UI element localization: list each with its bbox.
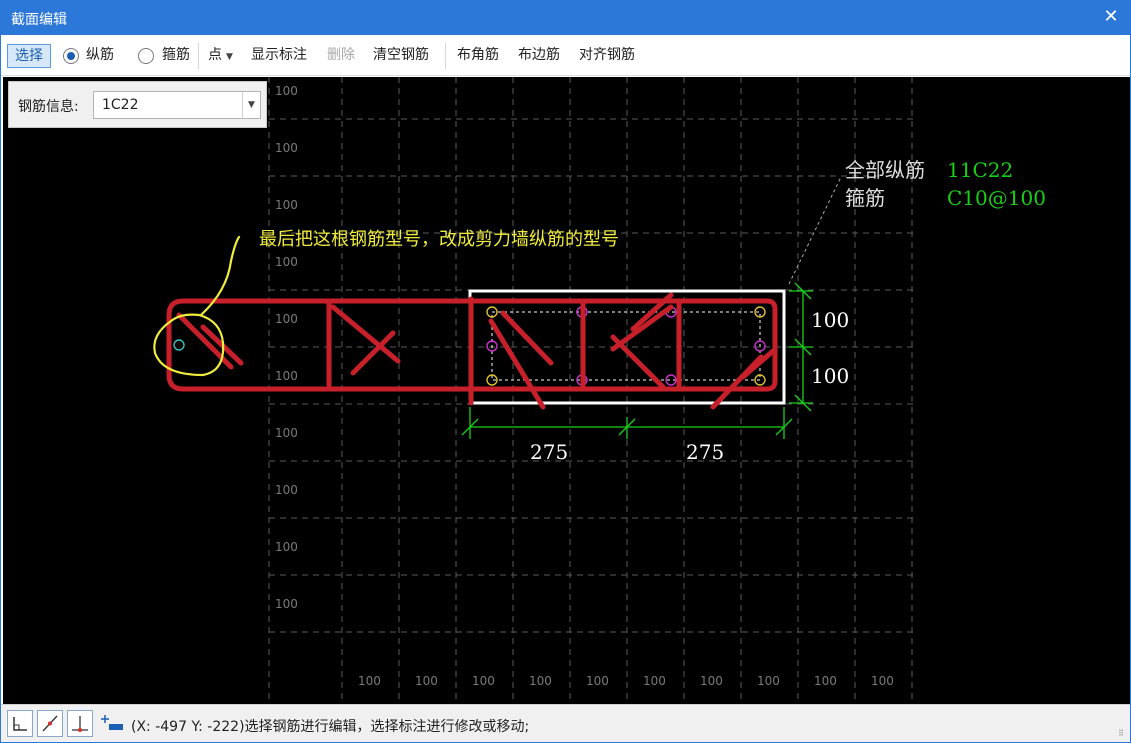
align-rebar-button[interactable]: 对齐钢筋	[576, 44, 638, 68]
col-labels: 100 100 100 100 100 100 100 100 100 100	[358, 674, 894, 688]
show-dims-button[interactable]: 显示标注	[248, 44, 310, 68]
stirrup-note-label: 箍筋	[845, 186, 885, 210]
row-label: 100	[275, 597, 298, 611]
toolbar: 选择 纵筋 箍筋 点 ▼ 显示标注 删除 清空钢筋 布角筋 布边筋 对齐钢筋	[1, 35, 1130, 76]
leader-line	[788, 176, 842, 285]
chevron-down-icon: ▼	[226, 52, 233, 62]
snap-icon[interactable]	[37, 710, 63, 737]
rebar-info-panel: 钢筋信息: 1C22 ▼	[8, 81, 267, 128]
row-label: 100	[275, 426, 298, 440]
annotation-text: 最后把这根钢筋型号，改成剪力墙纵筋的型号	[259, 229, 619, 250]
col-label: 100	[643, 674, 666, 688]
row-label: 100	[275, 141, 298, 155]
rebar-info-combo[interactable]: 1C22 ▼	[93, 91, 261, 119]
col-label: 100	[358, 674, 381, 688]
col-label: 100	[700, 674, 723, 688]
row-label: 100	[275, 369, 298, 383]
rebar-info-value: 1C22	[102, 97, 139, 113]
rebar-selected	[173, 339, 185, 351]
delete-button[interactable]: 删除	[324, 44, 358, 68]
col-label: 100	[472, 674, 495, 688]
ortho-icon[interactable]	[7, 710, 33, 737]
status-text: (X: -497 Y: -222)选择钢筋进行编辑，选择标注进行修改或移动;	[131, 719, 530, 735]
row-label: 100	[275, 198, 298, 212]
edge-rebar-button[interactable]: 布边筋	[515, 44, 563, 68]
col-label: 100	[529, 674, 552, 688]
row-label: 100	[275, 312, 298, 326]
insert-icon[interactable]	[97, 710, 123, 737]
col-label: 100	[757, 674, 780, 688]
dim-width-left: 275	[530, 440, 568, 464]
longitudinal-label[interactable]: 纵筋	[83, 44, 117, 68]
row-label: 100	[275, 483, 298, 497]
stirrup-label[interactable]: 箍筋	[159, 44, 193, 68]
chevron-down-icon[interactable]: ▼	[242, 92, 260, 118]
point-label: 点	[208, 47, 222, 63]
title-bar: 截面编辑 ✕	[1, 1, 1130, 35]
col-label: 100	[415, 674, 438, 688]
dim-height-bottom: 100	[811, 364, 849, 388]
stirrup-note-value: C10@100	[947, 186, 1046, 210]
clear-rebar-button[interactable]: 清空钢筋	[370, 44, 432, 68]
window-title: 截面编辑	[11, 12, 67, 28]
row-label: 100	[275, 255, 298, 269]
edge-rebars	[486, 306, 766, 386]
row-label: 100	[275, 84, 298, 98]
corner-rebars	[486, 306, 766, 386]
toolbar-divider	[445, 43, 446, 69]
rebar-info-label: 钢筋信息:	[18, 99, 79, 115]
stirrup-radio[interactable]	[138, 48, 154, 64]
dim-width-right: 275	[686, 440, 724, 464]
corner-rebar-button[interactable]: 布角筋	[454, 44, 502, 68]
col-label: 100	[586, 674, 609, 688]
section-notes: 全部纵筋 11C22 箍筋 C10@100	[845, 158, 1046, 210]
toolbar-divider	[198, 43, 199, 69]
section-edit-window: 截面编辑 ✕ 选择 纵筋 箍筋 点 ▼ 显示标注 删除 清空钢筋 布角筋 布边筋 …	[0, 0, 1131, 743]
dim-height-top: 100	[811, 308, 849, 332]
point-dropdown[interactable]: 点 ▼	[205, 44, 236, 68]
col-label: 100	[814, 674, 837, 688]
dimension-labels: 275 275 100 100	[530, 308, 849, 464]
close-icon[interactable]: ✕	[1100, 6, 1122, 28]
row-label: 100	[275, 540, 298, 554]
longitudinal-radio[interactable]	[63, 48, 79, 64]
all-long-value: 11C22	[947, 158, 1013, 182]
perpendicular-icon[interactable]	[67, 710, 93, 737]
resize-grip-icon[interactable]: ⠿	[1118, 729, 1124, 738]
status-bar: (X: -497 Y: -222)选择钢筋进行编辑，选择标注进行修改或移动; ⠿	[1, 704, 1130, 742]
select-button[interactable]: 选择	[7, 44, 51, 68]
col-label: 100	[871, 674, 894, 688]
drawing-canvas[interactable]: 100 100 100 100 100 100 100 100 100 100 …	[3, 77, 1130, 704]
all-long-label: 全部纵筋	[845, 158, 925, 182]
